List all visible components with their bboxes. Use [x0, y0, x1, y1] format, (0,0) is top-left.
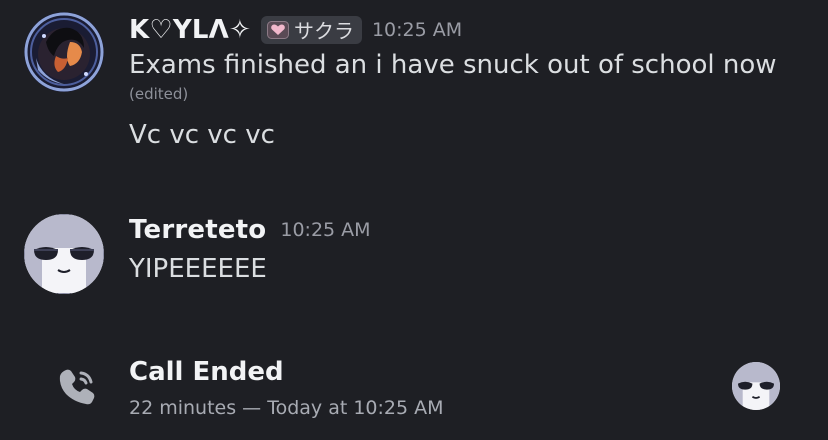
anime-girl-moon-avatar-icon[interactable]	[24, 12, 104, 92]
user-tag[interactable]: サクラ	[260, 16, 362, 44]
message-text: Vc vc vc vc	[129, 120, 275, 150]
message-header: K♡YLΛ✧ サクラ 10:25 AM	[129, 12, 818, 48]
call-details[interactable]: 22 minutes — Today at 10:25 AM	[129, 395, 444, 421]
message-text: Exams finished an i have snuck out of sc…	[129, 50, 777, 80]
pink-heart-icon	[266, 20, 289, 39]
tag-label: サクラ	[293, 19, 354, 43]
chat-view: K♡YLΛ✧ サクラ 10:25 AM Exams finished an i …	[0, 0, 828, 440]
message-timestamp[interactable]: 10:25 AM	[372, 19, 462, 41]
message-group-terreteto: Terreteto 10:25 AM YIPEEEEEE	[0, 200, 828, 310]
edited-label: (edited)	[129, 85, 189, 103]
message-timestamp[interactable]: 10:25 AM	[280, 219, 370, 241]
phone-call-icon	[59, 369, 95, 405]
call-title: Call Ended	[129, 357, 284, 387]
message-header: Terreteto 10:25 AM	[129, 212, 818, 248]
cartoon-face-avatar-icon[interactable]	[732, 362, 780, 410]
username[interactable]: Terreteto	[129, 215, 266, 245]
username[interactable]: K♡YLΛ✧	[129, 15, 251, 45]
cartoon-face-avatar-icon[interactable]	[24, 214, 104, 294]
message-group-koyla: K♡YLΛ✧ サクラ 10:25 AM Exams finished an i …	[0, 0, 828, 190]
message-text: YIPEEEEEE	[129, 254, 267, 284]
